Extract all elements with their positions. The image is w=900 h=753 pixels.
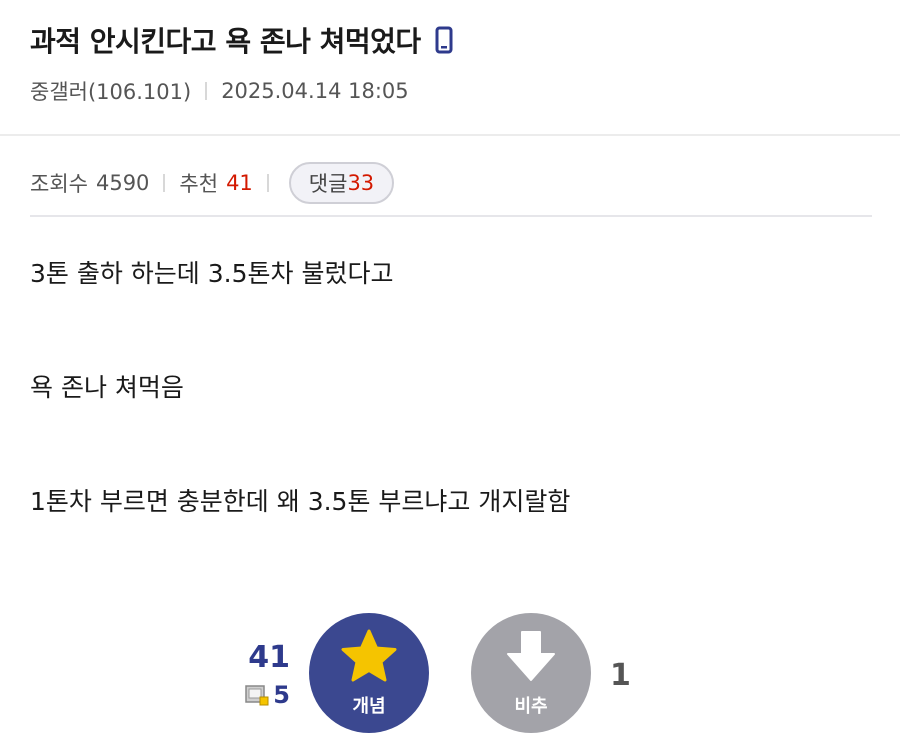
fixed-user-icon — [245, 684, 269, 706]
down-arrow-icon — [503, 628, 559, 688]
post-stats: 조회수 4590 추천 41 댓글 33 — [30, 162, 395, 204]
content-line: 3톤 출하 하는데 3.5톤차 불렀다고 — [30, 259, 394, 288]
vote-area: 41 5 개념 비추 1 — [0, 610, 900, 753]
post-content: 3톤 출하 하는데 3.5톤차 불렀다고 욕 존나 쳐먹음 1톤차 부르면 충분… — [30, 255, 570, 521]
recommend-label: 추천 — [179, 172, 219, 196]
post-datetime: 2025.04.14 18:05 — [221, 79, 409, 103]
views-label: 조회수 — [30, 172, 88, 196]
down-vote-count: 1 — [610, 658, 631, 693]
fixed-vote-count: 5 — [273, 681, 290, 709]
downvote-label: 비추 — [514, 696, 548, 717]
star-icon — [339, 628, 399, 688]
title-row: 과적 안시킨다고 욕 존나 쳐먹었다 — [30, 18, 870, 62]
content-line: 욕 존나 쳐먹음 — [30, 373, 184, 402]
upvote-button[interactable]: 개념 — [309, 613, 429, 733]
fixed-user-votes: 5 — [236, 681, 290, 709]
up-vote-count: 41 — [248, 640, 290, 675]
author-name[interactable]: 중갤러(106.101) — [30, 76, 191, 106]
content-divider — [30, 215, 872, 217]
downvote-button[interactable]: 비추 — [471, 613, 591, 733]
content-line: 1톤차 부르면 충분한데 왜 3.5톤 부르냐고 개지랄함 — [30, 487, 571, 516]
upvote-label: 개념 — [352, 696, 386, 717]
post-meta: 중갤러(106.101) 2025.04.14 18:05 — [30, 76, 870, 106]
up-counts: 41 5 — [236, 640, 290, 709]
post-title: 과적 안시킨다고 욕 존나 쳐먹었다 — [30, 25, 421, 58]
views-count: 4590 — [95, 171, 150, 195]
stats-divider — [266, 174, 269, 192]
comments-count: 33 — [347, 171, 375, 195]
stats-divider — [163, 174, 166, 192]
post-header: 과적 안시킨다고 욕 존나 쳐먹었다 중갤러(106.101) 2025.04.… — [30, 18, 870, 106]
meta-divider — [205, 82, 208, 100]
recommend-count: 41 — [226, 171, 253, 195]
comments-label: 댓글 — [308, 172, 348, 196]
header-divider — [0, 134, 900, 136]
mobile-icon — [435, 26, 453, 54]
comments-button[interactable]: 댓글 33 — [288, 162, 395, 204]
